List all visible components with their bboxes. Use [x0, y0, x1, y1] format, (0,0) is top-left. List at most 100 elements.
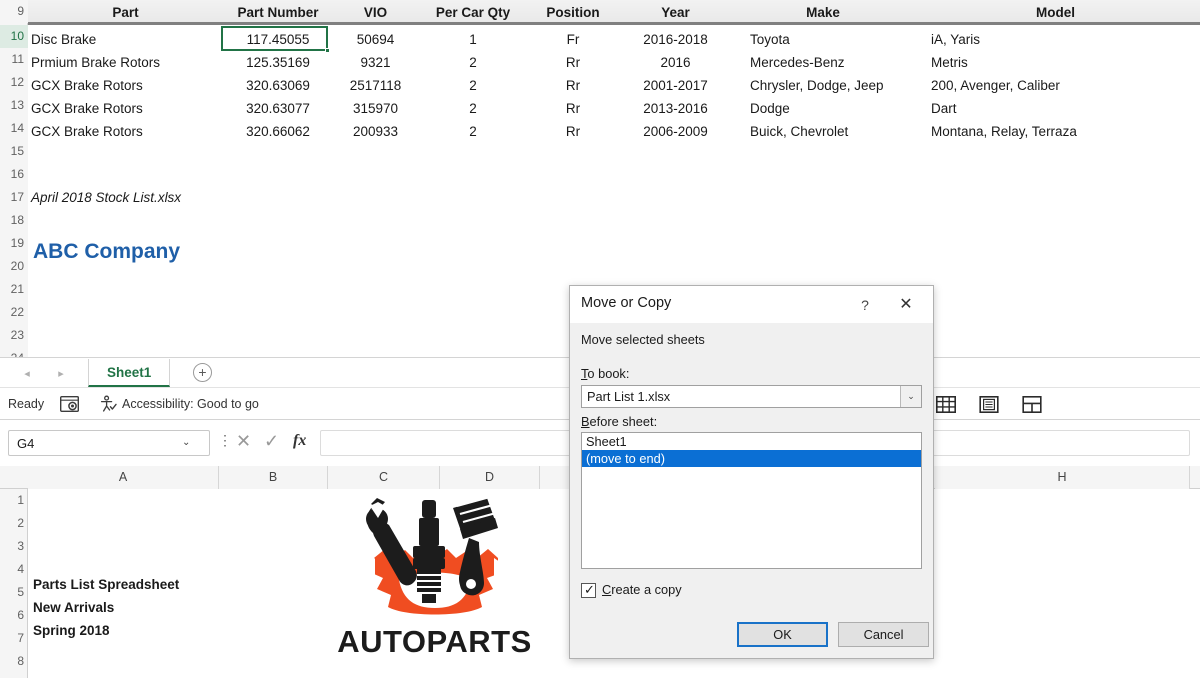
create-a-copy-label[interactable]: Create a copy — [602, 582, 682, 597]
cell-part[interactable]: GCX Brake Rotors — [31, 97, 223, 120]
insert-function-icon[interactable]: fx — [293, 432, 306, 450]
add-sheet-icon[interactable]: + — [193, 363, 212, 382]
list-item[interactable]: (move to end) — [582, 450, 921, 467]
table-row[interactable]: Prmium Brake Rotors 125.35169 9321 2 Rr … — [28, 51, 1200, 74]
row-header-3[interactable]: 3 — [0, 535, 28, 558]
cell-year[interactable]: 2001-2017 — [618, 74, 733, 97]
cell-part[interactable]: GCX Brake Rotors — [31, 74, 223, 97]
cell-per-car-qty[interactable]: 1 — [418, 28, 528, 51]
row-header-19[interactable]: 19 — [0, 232, 28, 255]
cell-a2-company-title[interactable]: ABC Company — [33, 240, 180, 264]
formula-bar-options-icon[interactable]: ⋮ — [218, 432, 232, 449]
next-sheet-arrow-icon[interactable]: ▸ — [58, 367, 64, 380]
row-header-17[interactable]: 17 — [0, 186, 28, 209]
cell-a6-season[interactable]: Spring 2018 — [33, 623, 110, 638]
cell-model[interactable]: Dart — [931, 97, 1199, 120]
cancel-entry-icon[interactable]: ✕ — [236, 431, 251, 452]
cell-per-car-qty[interactable]: 2 — [418, 74, 528, 97]
row-header-16[interactable]: 16 — [0, 163, 28, 186]
fill-handle[interactable] — [325, 48, 330, 53]
row-header-7[interactable]: 7 — [0, 627, 28, 650]
column-header-h[interactable]: H — [935, 466, 1190, 489]
chevron-down-icon[interactable]: ⌄ — [900, 386, 921, 407]
row-header-20[interactable]: 20 — [0, 255, 28, 278]
row-header-14[interactable]: 14 — [0, 117, 28, 140]
cancel-button[interactable]: Cancel — [838, 622, 929, 647]
cell-model[interactable]: Metris — [931, 51, 1199, 74]
name-box-chevron-down-icon[interactable]: ⌄ — [182, 437, 190, 448]
accessibility-icon[interactable] — [99, 395, 117, 413]
row-header-23[interactable]: 23 — [0, 324, 28, 347]
row-header-9[interactable]: 9 — [0, 0, 28, 23]
cell-part-number[interactable]: 320.63069 — [223, 74, 333, 97]
row-header-8[interactable]: 8 — [0, 650, 28, 673]
column-header-c[interactable]: C — [328, 466, 440, 489]
macro-record-icon[interactable] — [60, 396, 79, 412]
page-layout-view-icon[interactable] — [979, 396, 999, 413]
cell-part[interactable]: GCX Brake Rotors — [31, 120, 223, 143]
confirm-entry-icon[interactable]: ✓ — [264, 431, 279, 452]
create-a-copy-checkbox[interactable]: ✓ — [581, 583, 596, 598]
cell-vio[interactable]: 50694 — [333, 28, 418, 51]
row-header-1[interactable]: 1 — [0, 489, 28, 512]
row-header-11[interactable]: 11 — [0, 48, 28, 71]
ok-button[interactable]: OK — [737, 622, 828, 647]
cell-part-number[interactable]: 125.35169 — [223, 51, 333, 74]
cell-position[interactable]: Rr — [528, 51, 618, 74]
cell-make[interactable]: Buick, Chevrolet — [750, 120, 930, 143]
cell-model[interactable]: iA, Yaris — [931, 28, 1199, 51]
help-icon[interactable]: ? — [853, 294, 877, 316]
cell-part[interactable]: Disc Brake — [31, 28, 223, 51]
column-header-b[interactable]: B — [219, 466, 328, 489]
cell-vio[interactable]: 9321 — [333, 51, 418, 74]
cell-make[interactable]: Chrysler, Dodge, Jeep — [750, 74, 940, 97]
row-header-15[interactable]: 15 — [0, 140, 28, 163]
cell-make[interactable]: Dodge — [750, 97, 930, 120]
dialog-title-bar[interactable]: Move or Copy ? ✕ — [570, 286, 933, 323]
row-header-5[interactable]: 5 — [0, 581, 28, 604]
cell-per-car-qty[interactable]: 2 — [418, 97, 528, 120]
cell-part-number[interactable]: 320.63077 — [223, 97, 333, 120]
cell-per-car-qty[interactable]: 2 — [418, 120, 528, 143]
cell-year[interactable]: 2016-2018 — [618, 28, 733, 51]
sheet-nav-arrows[interactable]: ◂ ▸ — [10, 358, 78, 388]
cell-position[interactable]: Fr — [528, 28, 618, 51]
column-header-a[interactable]: A — [28, 466, 219, 489]
cell-make[interactable]: Toyota — [750, 28, 930, 51]
row-header-10[interactable]: 10 — [0, 25, 28, 48]
cell-a4-subtitle[interactable]: Parts List Spreadsheet — [33, 577, 179, 592]
name-box[interactable]: G4 — [8, 430, 210, 456]
cell-model[interactable]: 200, Avenger, Caliber — [931, 74, 1199, 97]
table-row[interactable]: Disc Brake 117.45055 50694 1 Fr 2016-201… — [28, 28, 1200, 51]
cell-vio[interactable]: 200933 — [333, 120, 418, 143]
cell-a5-new-arrivals[interactable]: New Arrivals — [33, 600, 114, 615]
row-header-13[interactable]: 13 — [0, 94, 28, 117]
cell-year[interactable]: 2006-2009 — [618, 120, 733, 143]
cell-vio[interactable]: 315970 — [333, 97, 418, 120]
sheet-tab-sheet1[interactable]: Sheet1 — [88, 359, 170, 387]
close-icon[interactable]: ✕ — [893, 293, 919, 317]
cell-model[interactable]: Montana, Relay, Terraza — [931, 120, 1199, 143]
row-header-4[interactable]: 4 — [0, 558, 28, 581]
column-header-d[interactable]: D — [440, 466, 540, 489]
before-sheet-listbox[interactable]: Sheet1 (move to end) — [581, 432, 922, 569]
row-header-6[interactable]: 6 — [0, 604, 28, 627]
table-row[interactable]: GCX Brake Rotors 320.66062 200933 2 Rr 2… — [28, 120, 1200, 143]
row-header-22[interactable]: 22 — [0, 301, 28, 324]
cell-part-number[interactable]: 320.66062 — [223, 120, 333, 143]
row-header-2[interactable]: 2 — [0, 512, 28, 535]
accessibility-status[interactable]: Accessibility: Good to go — [122, 388, 259, 421]
prev-sheet-arrow-icon[interactable]: ◂ — [24, 367, 30, 380]
row-header-12[interactable]: 12 — [0, 71, 28, 94]
row-header-21[interactable]: 21 — [0, 278, 28, 301]
cell-part-number[interactable]: 117.45055 — [223, 28, 333, 51]
table-row[interactable]: GCX Brake Rotors 320.63077 315970 2 Rr 2… — [28, 97, 1200, 120]
cell-position[interactable]: Rr — [528, 120, 618, 143]
list-item[interactable]: Sheet1 — [582, 433, 921, 450]
move-or-copy-dialog[interactable]: Move or Copy ? ✕ Move selected sheets To… — [569, 285, 934, 659]
normal-view-icon[interactable] — [936, 396, 956, 413]
cell-part[interactable]: Prmium Brake Rotors — [31, 51, 223, 74]
cell-position[interactable]: Rr — [528, 97, 618, 120]
cell-per-car-qty[interactable]: 2 — [418, 51, 528, 74]
cell-vio[interactable]: 2517118 — [333, 74, 418, 97]
